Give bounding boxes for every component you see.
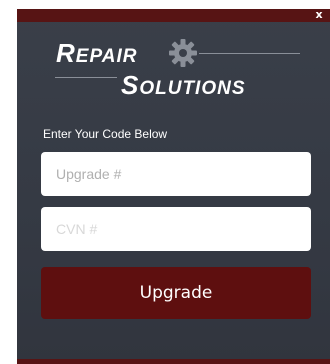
repair-solutions-logo: REPAIR SOLUTIONS bbox=[55, 37, 300, 105]
logo-rest-repair: EPAIR bbox=[75, 46, 138, 67]
logo-initial-s: S bbox=[121, 70, 140, 100]
logo-rest-solutions: OLUTIONS bbox=[139, 78, 246, 99]
title-bar: x bbox=[17, 9, 330, 22]
logo-word-repair: REPAIR bbox=[56, 38, 137, 69]
code-prompt: Enter Your Code Below bbox=[43, 127, 168, 141]
upgrade-number-input[interactable] bbox=[41, 152, 311, 196]
upgrade-button[interactable]: Upgrade bbox=[41, 267, 311, 319]
upgrade-dialog: x REPAIR SOLUTIONS Enter Your Code Below… bbox=[17, 9, 330, 364]
cvn-number-input[interactable] bbox=[41, 207, 311, 251]
bottom-bar bbox=[17, 359, 330, 364]
logo-word-solutions: SOLUTIONS bbox=[121, 70, 246, 101]
logo-divider-top bbox=[199, 53, 300, 54]
gear-icon bbox=[169, 39, 197, 67]
logo-divider-bottom bbox=[55, 77, 117, 78]
logo-initial-r: R bbox=[56, 38, 76, 68]
close-button[interactable]: x bbox=[313, 9, 325, 22]
